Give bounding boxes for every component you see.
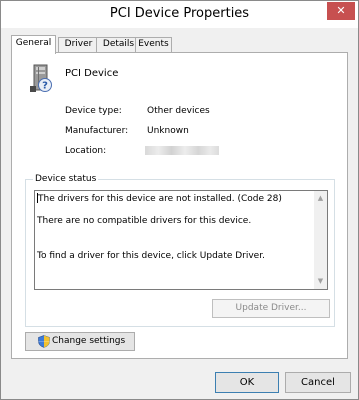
tab-events[interactable]: Events [135,37,172,52]
scroll-up-icon[interactable]: ▲ [314,192,327,205]
close-button[interactable]: ✕ [327,2,355,20]
pci-device-unknown-icon: ? [30,64,52,92]
update-driver-button[interactable]: Update Driver... [212,299,330,318]
tab-general[interactable]: General [11,35,56,54]
manufacturer-value: Unknown [147,126,189,136]
device-status-text[interactable]: The drivers for this device are not inst… [34,190,328,290]
change-settings-label: Change settings [52,336,126,346]
location-value-redacted [145,146,219,155]
device-type-value: Other devices [147,106,210,116]
svg-text:?: ? [42,81,48,92]
ok-button[interactable]: OK [215,372,279,393]
device-status-title: Device status [33,174,99,184]
scroll-down-icon[interactable]: ▼ [314,275,327,288]
tab-driver[interactable]: Driver [58,37,99,52]
location-label: Location: [65,146,107,156]
manufacturer-label: Manufacturer: [65,126,129,136]
device-name: PCI Device [65,68,119,79]
status-scrollbar[interactable]: ▲ ▼ [314,191,327,289]
close-icon: ✕ [336,4,346,17]
change-settings-button[interactable]: Change settings [25,332,135,351]
status-line-2: There are no compatible drivers for this… [37,216,252,226]
title-bar[interactable]: PCI Device Properties ✕ [1,1,358,28]
device-type-label: Device type: [65,106,122,116]
window-title: PCI Device Properties [109,6,250,21]
status-line-3: To find a driver for this device, click … [37,251,265,261]
status-line-1: The drivers for this device are not inst… [37,193,282,204]
cancel-button[interactable]: Cancel [285,372,351,393]
uac-shield-icon [38,335,50,348]
properties-dialog: PCI Device Properties ✕ General Driver D… [0,0,359,400]
